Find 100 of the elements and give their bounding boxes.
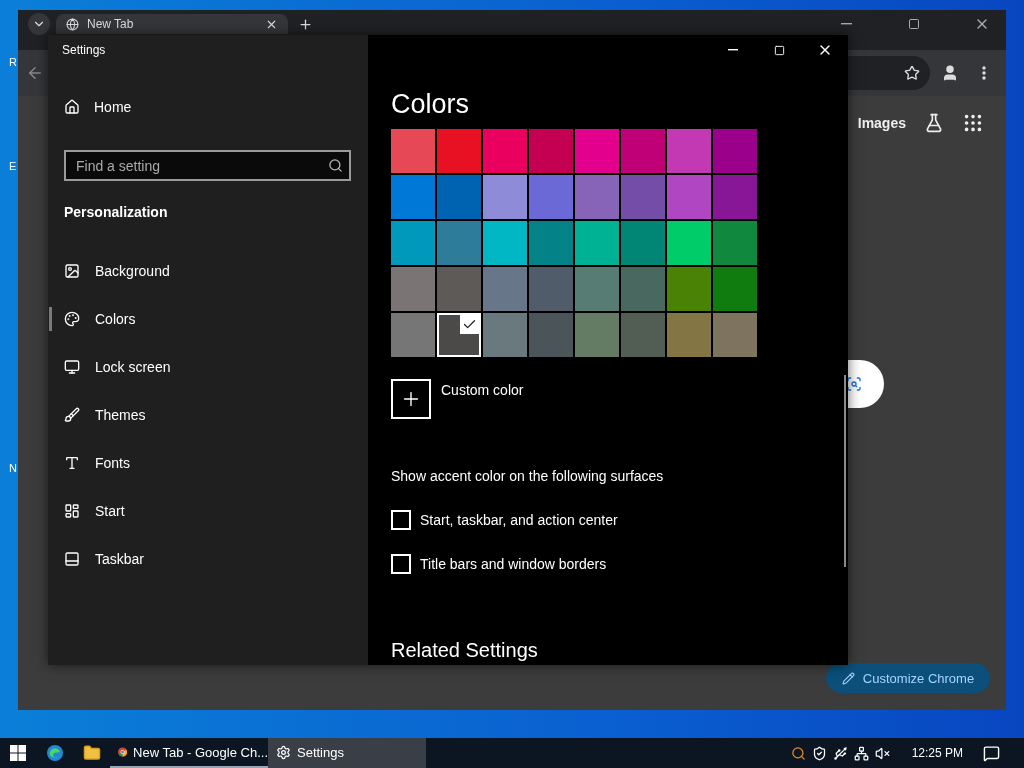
nav-item[interactable]: Start <box>48 487 368 535</box>
color-swatch[interactable] <box>667 129 711 173</box>
section-heading: Related Settings <box>391 638 539 662</box>
window-title: Settings <box>61 42 107 59</box>
color-swatch[interactable] <box>621 129 665 173</box>
custom-color-button[interactable] <box>391 379 431 419</box>
desktop-icon-label: R <box>9 56 17 68</box>
checkbox[interactable] <box>391 554 411 574</box>
clock[interactable]: 12:25 PM <box>911 746 963 760</box>
checkbox-label[interactable]: Title bars and window borders <box>420 556 607 572</box>
desktop-icon-label: E <box>9 160 17 172</box>
flask-icon[interactable] <box>924 113 944 133</box>
color-swatch[interactable] <box>483 313 527 357</box>
gear-icon <box>276 744 291 760</box>
scrollbar[interactable] <box>844 375 846 567</box>
desktop-icon-label: N <box>9 462 17 474</box>
dots-icon <box>982 66 986 80</box>
nav-item[interactable]: Background <box>48 247 368 295</box>
color-swatch[interactable] <box>667 313 711 357</box>
search-field[interactable]: Find a setting <box>64 150 351 181</box>
check-icon <box>460 315 479 334</box>
color-swatch[interactable] <box>437 267 481 311</box>
color-swatch[interactable] <box>575 313 619 357</box>
globe-icon <box>66 17 79 31</box>
nav-item[interactable]: Taskbar <box>48 535 368 583</box>
nav-item[interactable]: Lock screen <box>48 343 368 391</box>
apps-grid-icon[interactable] <box>962 112 984 134</box>
chrome-icon <box>118 744 128 760</box>
customize-chrome-button[interactable]: Customize Chrome <box>826 663 990 693</box>
folder-icon[interactable] <box>82 744 101 762</box>
monitor-icon <box>64 359 80 375</box>
taskbar-icon <box>64 551 80 567</box>
person-icon <box>941 64 959 82</box>
network-icon[interactable] <box>853 745 869 761</box>
color-swatch[interactable] <box>437 313 481 357</box>
color-swatch[interactable] <box>667 221 711 265</box>
grid-icon <box>64 503 80 519</box>
browser-tab[interactable]: New Tab <box>56 14 288 34</box>
camera-search-icon <box>846 376 862 392</box>
color-swatch[interactable] <box>483 267 527 311</box>
nav-item[interactable]: Themes <box>48 391 368 439</box>
search-icon[interactable] <box>790 745 806 761</box>
maximize-icon <box>773 44 785 56</box>
volume-muted-icon[interactable] <box>874 745 890 761</box>
images-link[interactable]: Images <box>857 115 906 131</box>
color-swatch[interactable] <box>391 221 435 265</box>
taskbar-app-button[interactable]: Settings <box>268 738 426 768</box>
accent-heading: Show accent color on the following surfaces <box>391 467 665 485</box>
section-heading: Personalization <box>64 203 169 221</box>
checkbox-label[interactable]: Start, taskbar, and action center <box>420 512 618 528</box>
color-swatch[interactable] <box>667 267 711 311</box>
color-swatch[interactable] <box>437 175 481 219</box>
windows-logo-icon[interactable] <box>10 745 26 761</box>
color-swatch[interactable] <box>529 129 573 173</box>
custom-color-label[interactable]: Custom color <box>441 382 524 398</box>
color-swatch[interactable] <box>621 221 665 265</box>
search-icon[interactable] <box>328 158 343 173</box>
color-swatch[interactable] <box>483 175 527 219</box>
pencil-icon <box>841 671 855 685</box>
brush-icon <box>64 407 80 423</box>
color-swatch[interactable] <box>575 129 619 173</box>
star-icon[interactable] <box>904 65 920 81</box>
edge-browser-icon[interactable] <box>45 744 64 762</box>
color-swatch[interactable] <box>713 129 757 173</box>
maximize-icon <box>908 18 920 30</box>
color-swatch[interactable] <box>713 175 757 219</box>
color-swatch[interactable] <box>713 267 757 311</box>
color-swatch[interactable] <box>391 267 435 311</box>
color-swatch[interactable] <box>667 175 711 219</box>
color-swatch[interactable] <box>437 129 481 173</box>
checkbox[interactable] <box>391 510 411 530</box>
usb-icon[interactable] <box>832 745 848 761</box>
plus-icon <box>297 16 313 32</box>
color-swatch[interactable] <box>529 221 573 265</box>
minimize-icon <box>840 23 852 25</box>
home-nav-item[interactable]: Home <box>64 95 368 119</box>
color-swatch[interactable] <box>621 313 665 357</box>
color-swatch[interactable] <box>713 313 757 357</box>
home-icon <box>64 99 80 115</box>
color-swatch[interactable] <box>575 267 619 311</box>
color-swatch[interactable] <box>483 129 527 173</box>
color-swatch[interactable] <box>437 221 481 265</box>
minimize-icon <box>728 49 738 51</box>
color-swatch[interactable] <box>391 129 435 173</box>
color-swatch[interactable] <box>529 313 573 357</box>
palette-icon <box>64 311 80 327</box>
color-swatch[interactable] <box>621 267 665 311</box>
color-swatch[interactable] <box>621 175 665 219</box>
notification-icon[interactable] <box>983 744 1000 762</box>
color-swatch[interactable] <box>391 313 435 357</box>
color-swatch[interactable] <box>575 221 619 265</box>
color-swatch[interactable] <box>529 175 573 219</box>
color-swatch[interactable] <box>391 175 435 219</box>
color-swatch[interactable] <box>575 175 619 219</box>
shield-icon[interactable] <box>811 745 827 761</box>
color-swatch[interactable] <box>713 221 757 265</box>
color-swatch[interactable] <box>483 221 527 265</box>
nav-item[interactable]: Fonts <box>48 439 368 487</box>
tab-search-button[interactable] <box>28 13 50 35</box>
color-swatch[interactable] <box>529 267 573 311</box>
